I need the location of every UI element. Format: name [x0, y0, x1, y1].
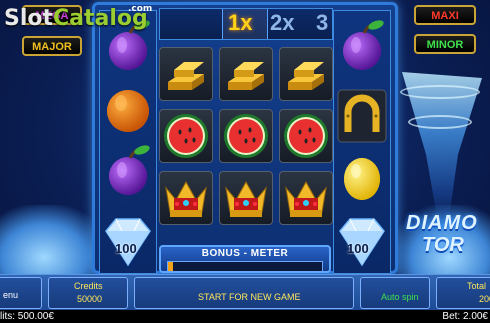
crown-icon — [285, 180, 327, 217]
cell-gold-bars — [219, 47, 273, 101]
multiplier-2x: 2x — [270, 10, 295, 35]
status-bet-text: Bet: 2.00€ — [442, 311, 488, 322]
diamond-value-right: 100 — [347, 241, 369, 256]
crown-icon — [165, 180, 207, 217]
start-label: START FOR NEW GAME — [198, 292, 301, 302]
multiplier-bar: 1x 2x 3 — [159, 8, 333, 40]
status-bar: lits: 500.00€ Bet: 2.00€ — [0, 310, 490, 323]
game-logo-line2: TOR — [422, 234, 464, 256]
horseshoe-icon — [337, 89, 387, 143]
watermelon-icon — [224, 114, 268, 158]
jackpot-major: MAJOR — [22, 36, 82, 56]
orange-icon — [107, 90, 149, 132]
cell-crown — [159, 171, 213, 225]
tornado-ring-icon — [400, 85, 480, 99]
side-reel-left-symbols — [105, 20, 151, 267]
cell-gold-bars — [159, 47, 213, 101]
cell-gold-bars — [279, 47, 333, 101]
cell-crown — [219, 171, 273, 225]
auto-spin-label: Auto spin — [381, 292, 419, 302]
total-value: 200 — [479, 294, 490, 304]
bonus-meter: BONUS - METER — [159, 245, 331, 273]
side-reel-left: 100 — [99, 10, 157, 274]
credits-display: Credits 50000 — [48, 277, 128, 309]
side-reel-right-symbols — [337, 20, 387, 267]
cell-crown — [279, 171, 333, 225]
diamond-value-left: 100 — [115, 241, 137, 256]
tornado-ring-icon — [408, 115, 472, 129]
watermark-logo: SlotCatalog .com — [4, 4, 152, 31]
start-button[interactable]: START FOR NEW GAME — [134, 277, 354, 309]
watermelon-icon — [284, 114, 328, 158]
side-reel-right: 100 — [333, 10, 391, 274]
menu-label: enu — [3, 290, 19, 300]
watermark-slot-text: Slot — [4, 6, 54, 31]
game-logo-line1: DIAMO — [406, 212, 478, 234]
watermelon-icon — [164, 114, 208, 158]
gold-bars-icon — [288, 62, 324, 90]
multiplier-3x: 3 — [316, 10, 329, 35]
lemon-icon — [344, 158, 380, 200]
status-credits-text: lits: 500.00€ — [0, 311, 54, 322]
crown-icon — [225, 180, 267, 217]
credits-value: 50000 — [77, 294, 103, 304]
total-label: Total — [467, 281, 487, 291]
total-bet-display: Total 200 — [436, 277, 490, 309]
bonus-meter-fill — [168, 262, 173, 271]
reel-frame: 100 100 1x 2x 3 BONUS - METER — [92, 2, 398, 274]
bottom-control-panel: enu Credits 50000 START FOR NEW GAME Aut… — [0, 274, 490, 311]
gold-bars-icon — [168, 62, 204, 90]
cell-watermelon — [219, 109, 273, 163]
jackpot-minor: MINOR — [414, 34, 476, 54]
menu-button[interactable]: enu — [0, 277, 42, 309]
gold-bars-icon — [228, 62, 264, 90]
watermark-com-text: .com — [128, 4, 153, 14]
cell-watermelon — [159, 109, 213, 163]
cell-watermelon — [279, 109, 333, 163]
bonus-meter-track — [167, 261, 323, 272]
multiplier-1x: 1x — [228, 10, 253, 35]
auto-spin-button[interactable]: Auto spin — [360, 277, 430, 309]
plum-icon — [109, 145, 150, 195]
plum-icon — [343, 20, 384, 70]
jackpot-maxi: MAXI — [414, 5, 476, 25]
credits-label: Credits — [74, 281, 103, 291]
bonus-meter-label: BONUS - METER — [201, 248, 289, 259]
